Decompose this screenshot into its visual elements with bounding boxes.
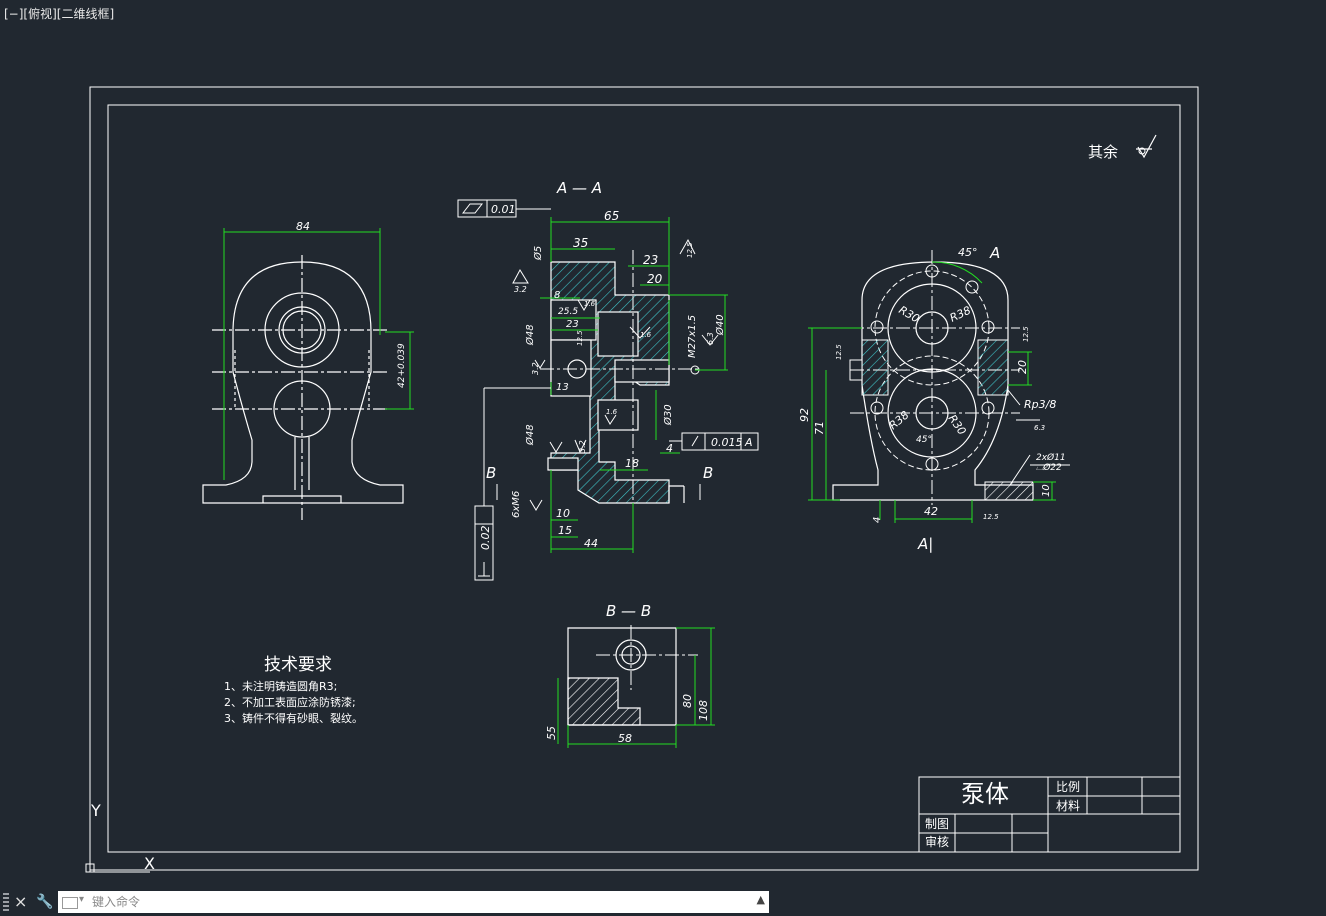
ra-12-5-b: 12.5 (576, 330, 584, 346)
view-mark-a: A| (917, 535, 933, 553)
dim-92: 92 (798, 408, 811, 422)
tech-requirements-title: 技术要求 (264, 655, 332, 675)
tol-datum-a: A (744, 436, 753, 449)
ra-1-6-c: 1.6 (606, 408, 618, 416)
dim-r38-top: R38 (948, 304, 973, 325)
ra-1-6-a: 1.6 (584, 300, 596, 308)
section-mark-b-left: B (486, 464, 496, 482)
dim-58: 58 (618, 732, 632, 745)
chevron-up-icon[interactable]: ▲ (757, 893, 765, 906)
dim-13: 13 (556, 382, 569, 393)
title-scale-label: 比例 (1056, 780, 1080, 794)
dim-42: 42 (924, 505, 938, 518)
dim-44: 44 (584, 537, 598, 550)
dim-dia22: ⌴Ø22 (1036, 462, 1062, 473)
dim-15: 15 (558, 524, 572, 537)
command-prompt-icon[interactable] (62, 897, 78, 909)
dim-20-top: 20 (647, 272, 663, 286)
close-icon[interactable]: × (14, 892, 27, 912)
front-view (202, 255, 404, 520)
ra-6-3-a: 6.3 (706, 332, 715, 345)
tol-perpendicularity: 0.015 (711, 436, 743, 449)
command-line-bar: × 🔧 ▾ ▲ (0, 889, 1326, 916)
sheet-inner-border (107, 104, 1181, 853)
ra-12-5-c: 12.5 (983, 513, 999, 521)
chevron-down-icon[interactable]: ▾ (79, 894, 84, 905)
roughness-check-icon (1136, 134, 1157, 159)
dim-10-side: 10 (1041, 484, 1052, 497)
title-part-name: 泵体 (961, 780, 1009, 808)
dim-20-side: 20 (1016, 360, 1029, 374)
tech-requirement-1: 1、未注明铸造圆角R3; (224, 679, 337, 693)
ra-12-5-a: 12.5 (686, 242, 694, 258)
dim-4-aa: 4 (666, 442, 673, 455)
dim-dia40: Ø40 (714, 314, 726, 336)
drawing-canvas[interactable]: 其余 84 42+0.039 A — A 65 35 23 20 8 25.5 … (0, 0, 1326, 889)
title-material-label: 材料 (1056, 799, 1080, 813)
command-input[interactable] (92, 891, 732, 913)
command-line-grip[interactable] (3, 893, 9, 911)
tech-requirement-3: 3、铸件不得有砂眼、裂纹。 (224, 711, 363, 725)
dim-25-5: 25.5 (558, 307, 578, 317)
wrench-icon[interactable]: 🔧 (36, 892, 53, 912)
tech-requirement-2: 2、不加工表面应涂防锈漆; (224, 695, 356, 709)
ucs-y-label: Y (90, 801, 101, 820)
dim-6xm6: 6xM6 (511, 491, 522, 518)
dim-dia48-top: Ø48 (524, 324, 536, 346)
roughness-note-text: 其余 (1088, 143, 1118, 161)
dim-45-bottom: 45° (916, 435, 932, 445)
section-mark-a-top: A (989, 244, 1000, 262)
dim-8: 8 (554, 290, 560, 301)
ra-3-2-a: 3.2 (514, 285, 527, 294)
section-bb (567, 625, 698, 726)
section-aa-title: A — A (556, 179, 602, 197)
ra-6-3-b: 6.3 (1034, 424, 1045, 432)
ra-3-2-c: 3.2 (578, 440, 587, 453)
dim-80: 80 (681, 694, 694, 708)
section-bb-title: B — B (606, 602, 651, 620)
dim-dia30: Ø30 (662, 404, 674, 426)
dim-r30-top: R30 (897, 303, 922, 325)
side-view (832, 250, 1034, 505)
tol-vertical: 0.02 (479, 526, 492, 551)
dim-dia48-bottom: Ø48 (524, 424, 536, 446)
dim-2xdia11: 2xØ11 (1036, 452, 1066, 463)
ra-3-2-b: 3.2 (531, 362, 540, 375)
dim-35: 35 (573, 236, 588, 250)
dim-r30-bottom: R30 (946, 412, 969, 437)
dim-23-mid: 23 (566, 319, 579, 330)
command-input-container: ▾ ▲ (58, 891, 769, 913)
dim-23-top: 23 (643, 253, 658, 267)
ra-12-5-e: 12.5 (1022, 326, 1030, 342)
ra-1-6-b: 1.6 (640, 331, 652, 339)
dim-108: 108 (697, 700, 710, 721)
ra-12-5-d: 12.5 (835, 344, 843, 360)
title-checked-label: 审核 (925, 834, 949, 849)
dim-m27: M27x1.5 (687, 315, 698, 358)
dim-45-top: 45° (958, 246, 978, 259)
tol-flatness: 0.01 (491, 203, 516, 216)
title-drawn-label: 制图 (925, 817, 949, 831)
sheet-outer-border (89, 86, 1199, 871)
dim-65: 65 (604, 209, 619, 223)
section-mark-b-right: B (703, 464, 713, 482)
title-block (918, 776, 1181, 853)
dim-55: 55 (545, 726, 558, 740)
dim-71: 71 (813, 421, 826, 435)
dim-4-side: 4 (872, 517, 883, 523)
ucs-x-label: X (144, 854, 155, 873)
dim-84: 84 (296, 220, 310, 233)
dim-rp3-8: Rp3/8 (1024, 398, 1056, 411)
dim-42-039: 42+0.039 (397, 343, 407, 388)
dim-18: 18 (625, 457, 639, 470)
roughness-note: 其余 (1088, 134, 1157, 161)
dim-dia5: Ø5 (532, 246, 544, 261)
dim-10: 10 (556, 507, 570, 520)
